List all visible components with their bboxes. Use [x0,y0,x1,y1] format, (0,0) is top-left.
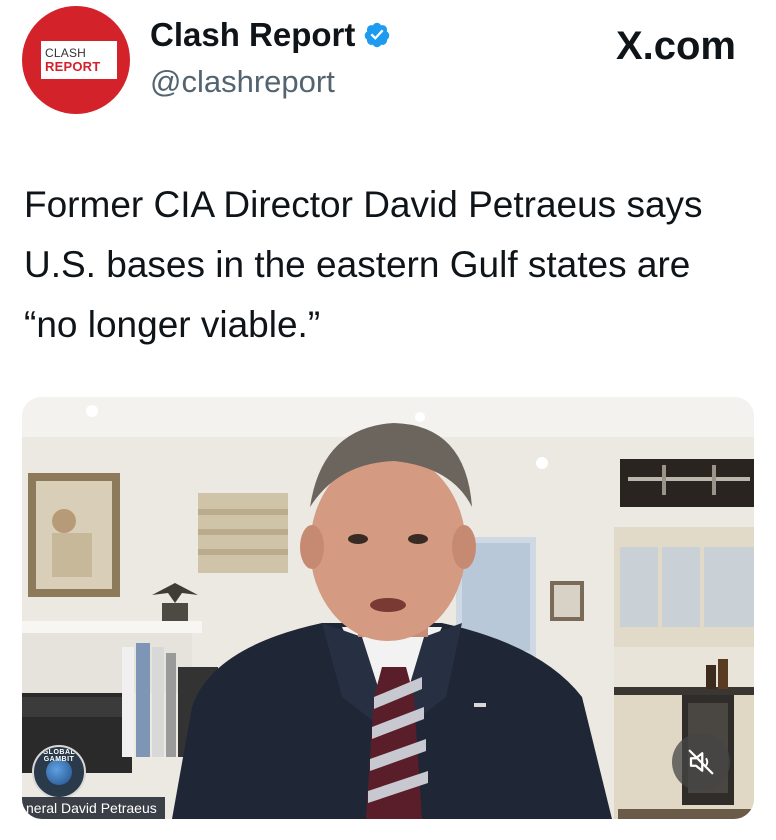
channel-logo-text: GLOBAL GAMBIT [42,749,76,763]
tweet-card: CLASH REPORT Clash Report @clashreport X… [0,0,776,840]
site-label: X.com [615,24,736,68]
video-frame [22,397,754,819]
verified-badge-icon [365,22,390,48]
mute-button[interactable] [672,733,730,791]
avatar-logo: CLASH REPORT [41,41,117,79]
video-player[interactable]: GLOBAL GAMBIT neral David Petraeus [22,397,754,819]
display-name-row[interactable]: Clash Report [150,16,391,54]
channel-logo: GLOBAL GAMBIT [32,745,86,799]
user-handle[interactable]: @clashreport [150,64,335,100]
video-caption: neral David Petraeus [22,797,165,819]
avatar-logo-line1: CLASH [45,45,87,60]
avatar-logo-line2: REPORT [45,58,101,74]
tweet-text: Former CIA Director David Petraeus says … [24,184,703,345]
display-name[interactable]: Clash Report [150,16,355,54]
profile-avatar[interactable]: CLASH REPORT [22,6,130,114]
speaker-muted-icon [688,749,714,775]
